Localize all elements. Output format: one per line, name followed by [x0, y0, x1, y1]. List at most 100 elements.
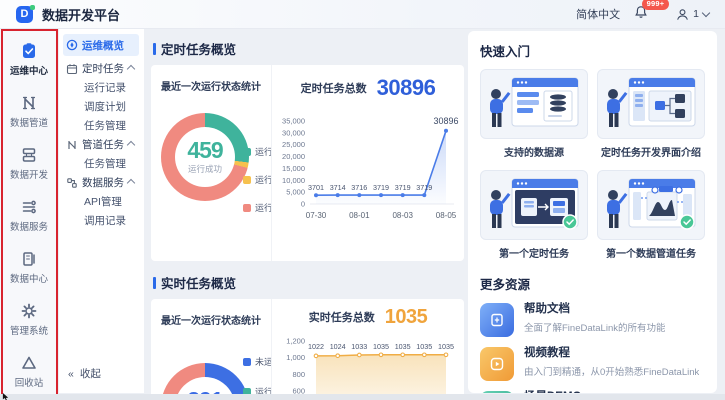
- scheduled-legend: 运行成功 运行中 运行失败: [243, 145, 271, 214]
- sidebar-group-data-service[interactable]: 数据服务: [63, 173, 139, 192]
- legend-swatch-failed: [243, 203, 251, 212]
- sidebar-item-task-mgmt-1[interactable]: 任务管理: [63, 116, 139, 135]
- svg-text:10,000: 10,000: [282, 176, 305, 185]
- notification-bell-icon[interactable]: 999+: [634, 0, 669, 24]
- quickstart-title: 快速入门: [480, 45, 531, 59]
- resource-item-video-tutorials[interactable]: 视频教程 由入门到精通，从0开始熟悉FineDataLink: [480, 347, 705, 381]
- scheduled-line-pane: 定时任务总数 30896 35,000 30,000 25,000 20,000…: [272, 65, 464, 261]
- sidebar-item-ops-overview[interactable]: 运维概览: [63, 34, 139, 56]
- svg-text:30,000: 30,000: [282, 128, 305, 137]
- data-pipeline-icon: [23, 96, 35, 109]
- ops-overview-icon: [66, 39, 78, 51]
- main-content: 定时任务概览 最近一次运行状态统计 459 运行成功 运行成功 运行中 运行失败: [151, 29, 464, 400]
- realtime-line-chart: 1,200 1,000 800 600 1022 1024 1033 1035 …: [286, 337, 454, 400]
- sidebar-group-pipeline-tasks[interactable]: 管道任务: [63, 135, 139, 154]
- svg-text:08-05: 08-05: [436, 211, 457, 220]
- legend-swatch-running: [243, 175, 251, 184]
- svg-text:08-03: 08-03: [392, 211, 413, 220]
- rail-item-ops-center[interactable]: 运维中心: [0, 33, 58, 85]
- svg-text:5,000: 5,000: [286, 188, 305, 197]
- data-center-icon: [23, 251, 35, 266]
- rail-item-admin-system[interactable]: 管理系统: [0, 293, 58, 345]
- rail-item-data-dev[interactable]: 数据开发: [0, 137, 58, 189]
- svg-text:1035: 1035: [438, 342, 454, 351]
- pipeline-task-icon: [66, 139, 78, 151]
- legend-swatch-success: [243, 147, 251, 156]
- svg-text:1035: 1035: [373, 342, 389, 351]
- sidebar-item-api-mgmt[interactable]: API管理: [63, 192, 139, 211]
- resource-item-demo[interactable]: 场景DEMO 提供方案级案例协助: [480, 391, 705, 393]
- quickstart-card-first-pipeline-task[interactable]: 第一个数据管道任务: [597, 170, 705, 264]
- user-menu[interactable]: 1: [676, 8, 711, 21]
- sidebar-item-task-mgmt-2[interactable]: 任务管理: [63, 154, 139, 173]
- svg-text:15,000: 15,000: [282, 164, 305, 173]
- ui-intro-illustration: [597, 69, 705, 139]
- module-rail: 运维中心 数据管道 数据开发 数据服务 数据中心 管理系统 回收站: [0, 29, 59, 394]
- quickstart-card-first-scheduled-task[interactable]: 第一个定时任务: [480, 170, 588, 264]
- right-panel: 快速入门 支持的数据源 定时任务开发界面介绍 第一个定时任务 第一个数据管道任务…: [468, 31, 717, 393]
- quickstart-card-datasources[interactable]: 支持的数据源: [480, 69, 588, 163]
- collapse-caret-icon: [126, 178, 136, 187]
- top-header: D 数据开发平台 简体中文 999+ 1: [0, 0, 725, 29]
- demo-icon: [480, 391, 514, 393]
- rail-item-data-pipeline[interactable]: 数据管道: [0, 85, 58, 137]
- rail-item-recycle-bin[interactable]: 回收站: [0, 345, 58, 397]
- collapse-caret-icon: [126, 140, 136, 149]
- admin-system-icon gear-icon: [21, 303, 37, 318]
- sidebar-item-call-records[interactable]: 调用记录: [63, 211, 139, 230]
- resource-item-help-docs[interactable]: 帮助文档 全面了解FineDataLink的所有功能: [480, 303, 705, 337]
- section-title-realtime: 实时任务概览: [153, 273, 464, 292]
- ops-center-icon: [23, 42, 35, 58]
- data-service-menu-icon: [66, 177, 78, 189]
- language-selector[interactable]: 简体中文: [576, 6, 620, 22]
- quickstart-card-ui-intro[interactable]: 定时任务开发界面介绍: [597, 69, 705, 163]
- svg-text:1035: 1035: [395, 342, 411, 351]
- recycle-bin-icon: [22, 356, 36, 369]
- svg-text:1,000: 1,000: [286, 353, 305, 362]
- realtime-stats-card: 最近一次运行状态统计 391 未运行 未运行 运行中 脏数据 实时任务总数 10…: [151, 299, 464, 400]
- user-count: 1: [693, 8, 699, 20]
- sidebar-collapse-button[interactable]: « 收起: [68, 366, 101, 381]
- app-logo-icon[interactable]: D: [16, 4, 35, 23]
- bottom-strip: [0, 394, 725, 400]
- quickstart-grid: 支持的数据源 定时任务开发界面介绍 第一个定时任务 第一个数据管道任务: [480, 69, 705, 264]
- video-icon: [480, 347, 514, 381]
- legend-swatch-notrun: [243, 357, 251, 366]
- mouse-cursor: [2, 393, 9, 400]
- first-scheduled-task-illustration: [480, 170, 588, 240]
- svg-text:30896: 30896: [433, 116, 458, 126]
- svg-text:1035: 1035: [416, 342, 432, 351]
- svg-text:0: 0: [301, 200, 305, 209]
- svg-text:1,200: 1,200: [286, 337, 305, 346]
- realtime-donut-pane: 最近一次运行状态统计 391 未运行 未运行 运行中 脏数据: [151, 299, 272, 400]
- app-window: D 数据开发平台 简体中文 999+ 1 运维中心 数据管道 数据开发 数据服务…: [0, 0, 725, 400]
- svg-text:35,000: 35,000: [282, 117, 305, 126]
- scheduled-task-icon: [66, 63, 78, 75]
- sidebar-group-scheduled-tasks[interactable]: 定时任务: [63, 59, 139, 78]
- title-bar-accent: [153, 276, 156, 289]
- svg-text:3701: 3701: [308, 183, 324, 192]
- realtime-line-pane: 实时任务总数 1035 1,200 1,000 800 600 1022 102…: [272, 299, 464, 400]
- rail-item-data-center[interactable]: 数据中心: [0, 241, 58, 293]
- realtime-total-value: 1035: [384, 306, 428, 328]
- scheduled-donut-chart: 459 运行成功: [161, 113, 249, 201]
- svg-text:3714: 3714: [330, 183, 346, 192]
- collapse-caret-icon: [126, 64, 136, 73]
- data-service-icon: [22, 200, 36, 213]
- rail-item-data-service[interactable]: 数据服务: [0, 189, 58, 241]
- app-title: 数据开发平台: [42, 7, 121, 23]
- doc-icon: [480, 303, 514, 337]
- svg-text:3719: 3719: [416, 183, 432, 192]
- sidebar-item-run-records[interactable]: 运行记录: [63, 78, 139, 97]
- sidebar-item-schedule-plan[interactable]: 调度计划: [63, 97, 139, 116]
- svg-text:3719: 3719: [373, 183, 389, 192]
- scheduled-donut-pane: 最近一次运行状态统计 459 运行成功 运行成功 运行中 运行失败: [151, 65, 272, 261]
- first-pipeline-task-illustration: [597, 170, 705, 240]
- collapse-chevrons-icon: «: [68, 367, 74, 380]
- scheduled-success-count: 459: [187, 137, 223, 163]
- svg-text:1024: 1024: [330, 342, 346, 351]
- data-dev-icon: [22, 147, 36, 162]
- svg-text:1033: 1033: [351, 342, 367, 351]
- ops-sidebar: 运维概览 定时任务 运行记录 调度计划 任务管理 管道任务 任务管理 数据服务 …: [58, 29, 144, 393]
- chevron-down-icon: [701, 8, 711, 17]
